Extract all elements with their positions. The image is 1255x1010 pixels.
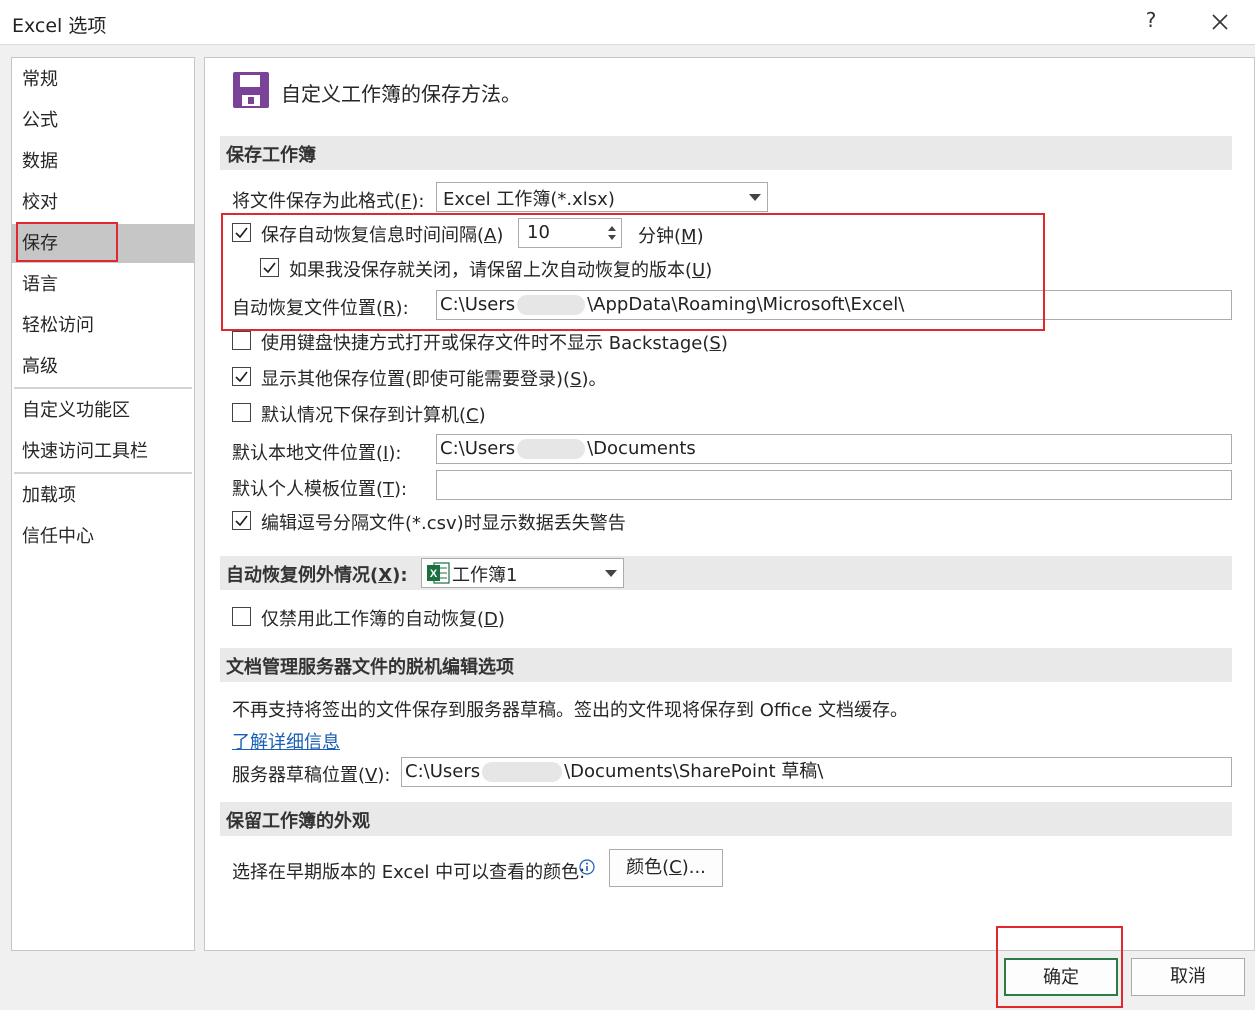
save-to-computer-checkbox[interactable] (232, 403, 251, 422)
csv-warning-label: 编辑逗号分隔文件(*.csv)时显示数据丢失警告 (261, 513, 626, 534)
sidebar-item-formulas[interactable]: 公式 (12, 101, 194, 140)
ok-button[interactable]: 确定 (1004, 958, 1118, 996)
checkmark-icon (235, 515, 248, 527)
save-to-computer-label: 默认情况下保存到计算机(C) (261, 405, 486, 426)
sidebar-divider (14, 472, 192, 474)
show-other-locations-label: 显示其他保存位置(即使可能需要登录)(S)。 (261, 369, 607, 390)
autorecover-label: 保存自动恢复信息时间间隔(A) (261, 225, 504, 246)
sidebar-item-trust-center[interactable]: 信任中心 (12, 517, 194, 556)
checkmark-icon (235, 227, 248, 239)
template-location-label: 默认个人模板位置(T): (232, 479, 408, 500)
keep-last-version-checkbox[interactable] (260, 258, 279, 277)
checkmark-icon (263, 262, 276, 274)
main-panel: 自定义工作簿的保存方法。 保存工作簿 将文件保存为此格式(F): Excel 工… (204, 57, 1255, 951)
server-drafts-input[interactable]: C:\Users \Documents\SharePoint 草稿\ (401, 757, 1232, 787)
offline-editing-notice: 不再支持将签出的文件保存到服务器草稿。签出的文件现将保存到 Office 文档缓… (232, 700, 908, 721)
sidebar-item-save[interactable]: 保存 (12, 224, 194, 263)
spinner-arrows-icon[interactable] (607, 224, 617, 242)
window-title: Excel 选项 (12, 15, 107, 37)
close-icon (1212, 14, 1228, 30)
cancel-button[interactable]: 取消 (1131, 958, 1245, 996)
autorecover-checkbox[interactable] (232, 223, 251, 242)
section-header-save-workbooks: 保存工作簿 (220, 136, 1232, 170)
chevron-down-icon (605, 570, 617, 577)
section-header-appearance: 保留工作簿的外观 (220, 802, 1232, 836)
save-format-label: 将文件保存为此格式(F): (232, 191, 425, 212)
keep-last-version-label: 如果我没保存就关闭，请保留上次自动恢复的版本(U) (289, 260, 713, 281)
autorecover-interval-stepper[interactable]: 10 (518, 218, 622, 248)
chevron-down-icon (749, 194, 761, 201)
autorecover-location-label: 自动恢复文件位置(R): (232, 298, 409, 319)
sidebar-divider (14, 387, 192, 389)
redacted-username (517, 295, 586, 315)
sidebar-item-accessibility[interactable]: 轻松访问 (12, 306, 194, 345)
sidebar-item-customize-ribbon[interactable]: 自定义功能区 (12, 391, 194, 430)
section-header-autorecover-exceptions: 自动恢复例外情况(X): (220, 556, 1232, 590)
colors-button[interactable]: 颜色(C)... (609, 849, 723, 887)
info-icon[interactable] (579, 859, 595, 875)
redacted-username (517, 439, 586, 459)
sidebar-item-language[interactable]: 语言 (12, 265, 194, 304)
minutes-label: 分钟(M) (638, 226, 704, 247)
autorecover-workbook-dropdown[interactable]: X 工作簿1 (421, 558, 624, 588)
sidebar-item-data[interactable]: 数据 (12, 142, 194, 181)
sidebar-item-proofing[interactable]: 校对 (12, 183, 194, 222)
disable-autorecover-checkbox[interactable] (232, 607, 251, 626)
sidebar-item-add-ins[interactable]: 加载项 (12, 476, 194, 515)
sidebar: 常规 公式 数据 校对 保存 语言 轻松访问 高级 自定义功能区 快速访问工具栏… (11, 57, 195, 951)
title-bar: Excel 选项 ? (0, 0, 1255, 45)
save-format-dropdown[interactable]: Excel 工作簿(*.xlsx) (436, 182, 768, 212)
close-button[interactable] (1204, 6, 1236, 38)
section-header-offline-editing: 文档管理服务器文件的脱机编辑选项 (220, 648, 1232, 682)
sidebar-item-advanced[interactable]: 高级 (12, 347, 194, 386)
disable-autorecover-label: 仅禁用此工作簿的自动恢复(D) (261, 609, 505, 630)
csv-warning-checkbox[interactable] (232, 511, 251, 530)
autorecover-location-input[interactable]: C:\Users \AppData\Roaming\Microsoft\Excel… (436, 290, 1232, 320)
learn-more-link[interactable]: 了解详细信息 (232, 728, 340, 754)
sidebar-item-general[interactable]: 常规 (12, 60, 194, 99)
no-backstage-checkbox[interactable] (232, 331, 251, 350)
excel-file-icon: X (427, 562, 450, 584)
floppy-disk-icon (233, 72, 269, 108)
help-button[interactable]: ? (1138, 8, 1164, 38)
no-backstage-label: 使用键盘快捷方式打开或保存文件时不显示 Backstage(S) (261, 333, 728, 354)
colors-prompt: 选择在早期版本的 Excel 中可以查看的颜色: (232, 862, 586, 883)
local-location-input[interactable]: C:\Users \Documents (436, 434, 1232, 464)
redacted-username (482, 762, 563, 782)
page-title: 自定义工作簿的保存方法。 (281, 82, 521, 106)
server-drafts-label: 服务器草稿位置(V): (232, 765, 391, 786)
svg-text:X: X (430, 568, 438, 580)
template-location-input[interactable] (436, 470, 1232, 500)
show-other-locations-checkbox[interactable] (232, 367, 251, 386)
checkmark-icon (235, 371, 248, 383)
local-location-label: 默认本地文件位置(I): (232, 443, 402, 464)
sidebar-item-quick-access-toolbar[interactable]: 快速访问工具栏 (12, 432, 194, 471)
